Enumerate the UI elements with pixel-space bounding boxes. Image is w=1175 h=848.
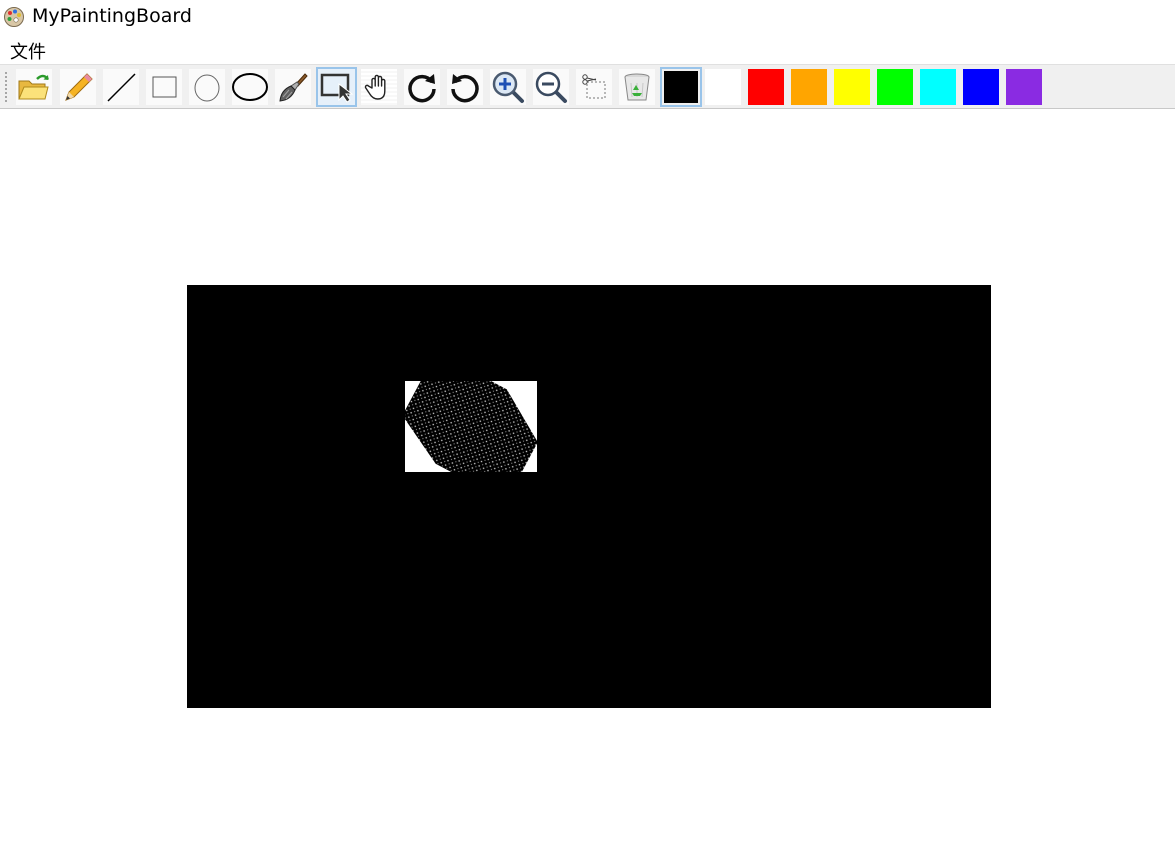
- undo-icon: [448, 70, 482, 104]
- rectangle-button[interactable]: [146, 69, 182, 105]
- menu-bar: 文件: [0, 36, 1175, 64]
- ellipse-button[interactable]: [232, 69, 268, 105]
- pencil-icon: [61, 70, 95, 104]
- hand-icon: [364, 72, 394, 102]
- select-cursor-icon: [319, 70, 355, 104]
- circle-button[interactable]: [189, 69, 225, 105]
- scissors-icon: [577, 70, 611, 104]
- color-swatch-blue[interactable]: [963, 69, 999, 105]
- ellipse-icon: [232, 70, 268, 104]
- color-swatch-white[interactable]: [705, 69, 741, 105]
- redo-button[interactable]: [404, 69, 440, 105]
- color-swatch-purple[interactable]: [1006, 69, 1042, 105]
- window-title: MyPaintingBoard: [32, 5, 192, 27]
- toolbar-grip[interactable]: [4, 71, 8, 104]
- rectangle-icon: [147, 70, 181, 104]
- pencil-button[interactable]: [60, 69, 96, 105]
- menu-file[interactable]: 文件: [8, 38, 48, 64]
- redo-icon: [405, 70, 439, 104]
- pan-button[interactable]: [361, 69, 397, 105]
- brush-icon: [276, 70, 310, 104]
- open-folder-icon: [17, 70, 51, 104]
- clear-button[interactable]: [619, 69, 655, 105]
- color-swatch-green[interactable]: [877, 69, 913, 105]
- open-button[interactable]: [16, 69, 52, 105]
- undo-button[interactable]: [447, 69, 483, 105]
- zoom-out-button[interactable]: [533, 69, 569, 105]
- cut-button[interactable]: [576, 69, 612, 105]
- toolbar: [0, 64, 1175, 109]
- select-button[interactable]: [316, 67, 357, 107]
- brush-button[interactable]: [275, 69, 311, 105]
- palette-icon: [3, 6, 25, 28]
- line-button[interactable]: [103, 69, 139, 105]
- circle-icon: [190, 70, 224, 104]
- drawing-canvas[interactable]: [0, 110, 1175, 848]
- color-swatch-red[interactable]: [748, 69, 784, 105]
- zoom-in-button[interactable]: [490, 69, 526, 105]
- recycle-bin-icon: [620, 70, 654, 104]
- title-bar: MyPaintingBoard: [0, 0, 1175, 34]
- zoom-out-icon: [534, 70, 568, 104]
- selection-content: [405, 381, 537, 472]
- selected-region[interactable]: [405, 381, 537, 472]
- color-swatch-black[interactable]: [660, 67, 702, 107]
- painted-image[interactable]: [187, 285, 991, 708]
- line-icon: [104, 70, 138, 104]
- color-swatch-yellow[interactable]: [834, 69, 870, 105]
- zoom-in-icon: [491, 70, 525, 104]
- color-swatch-cyan[interactable]: [920, 69, 956, 105]
- color-swatch-orange[interactable]: [791, 69, 827, 105]
